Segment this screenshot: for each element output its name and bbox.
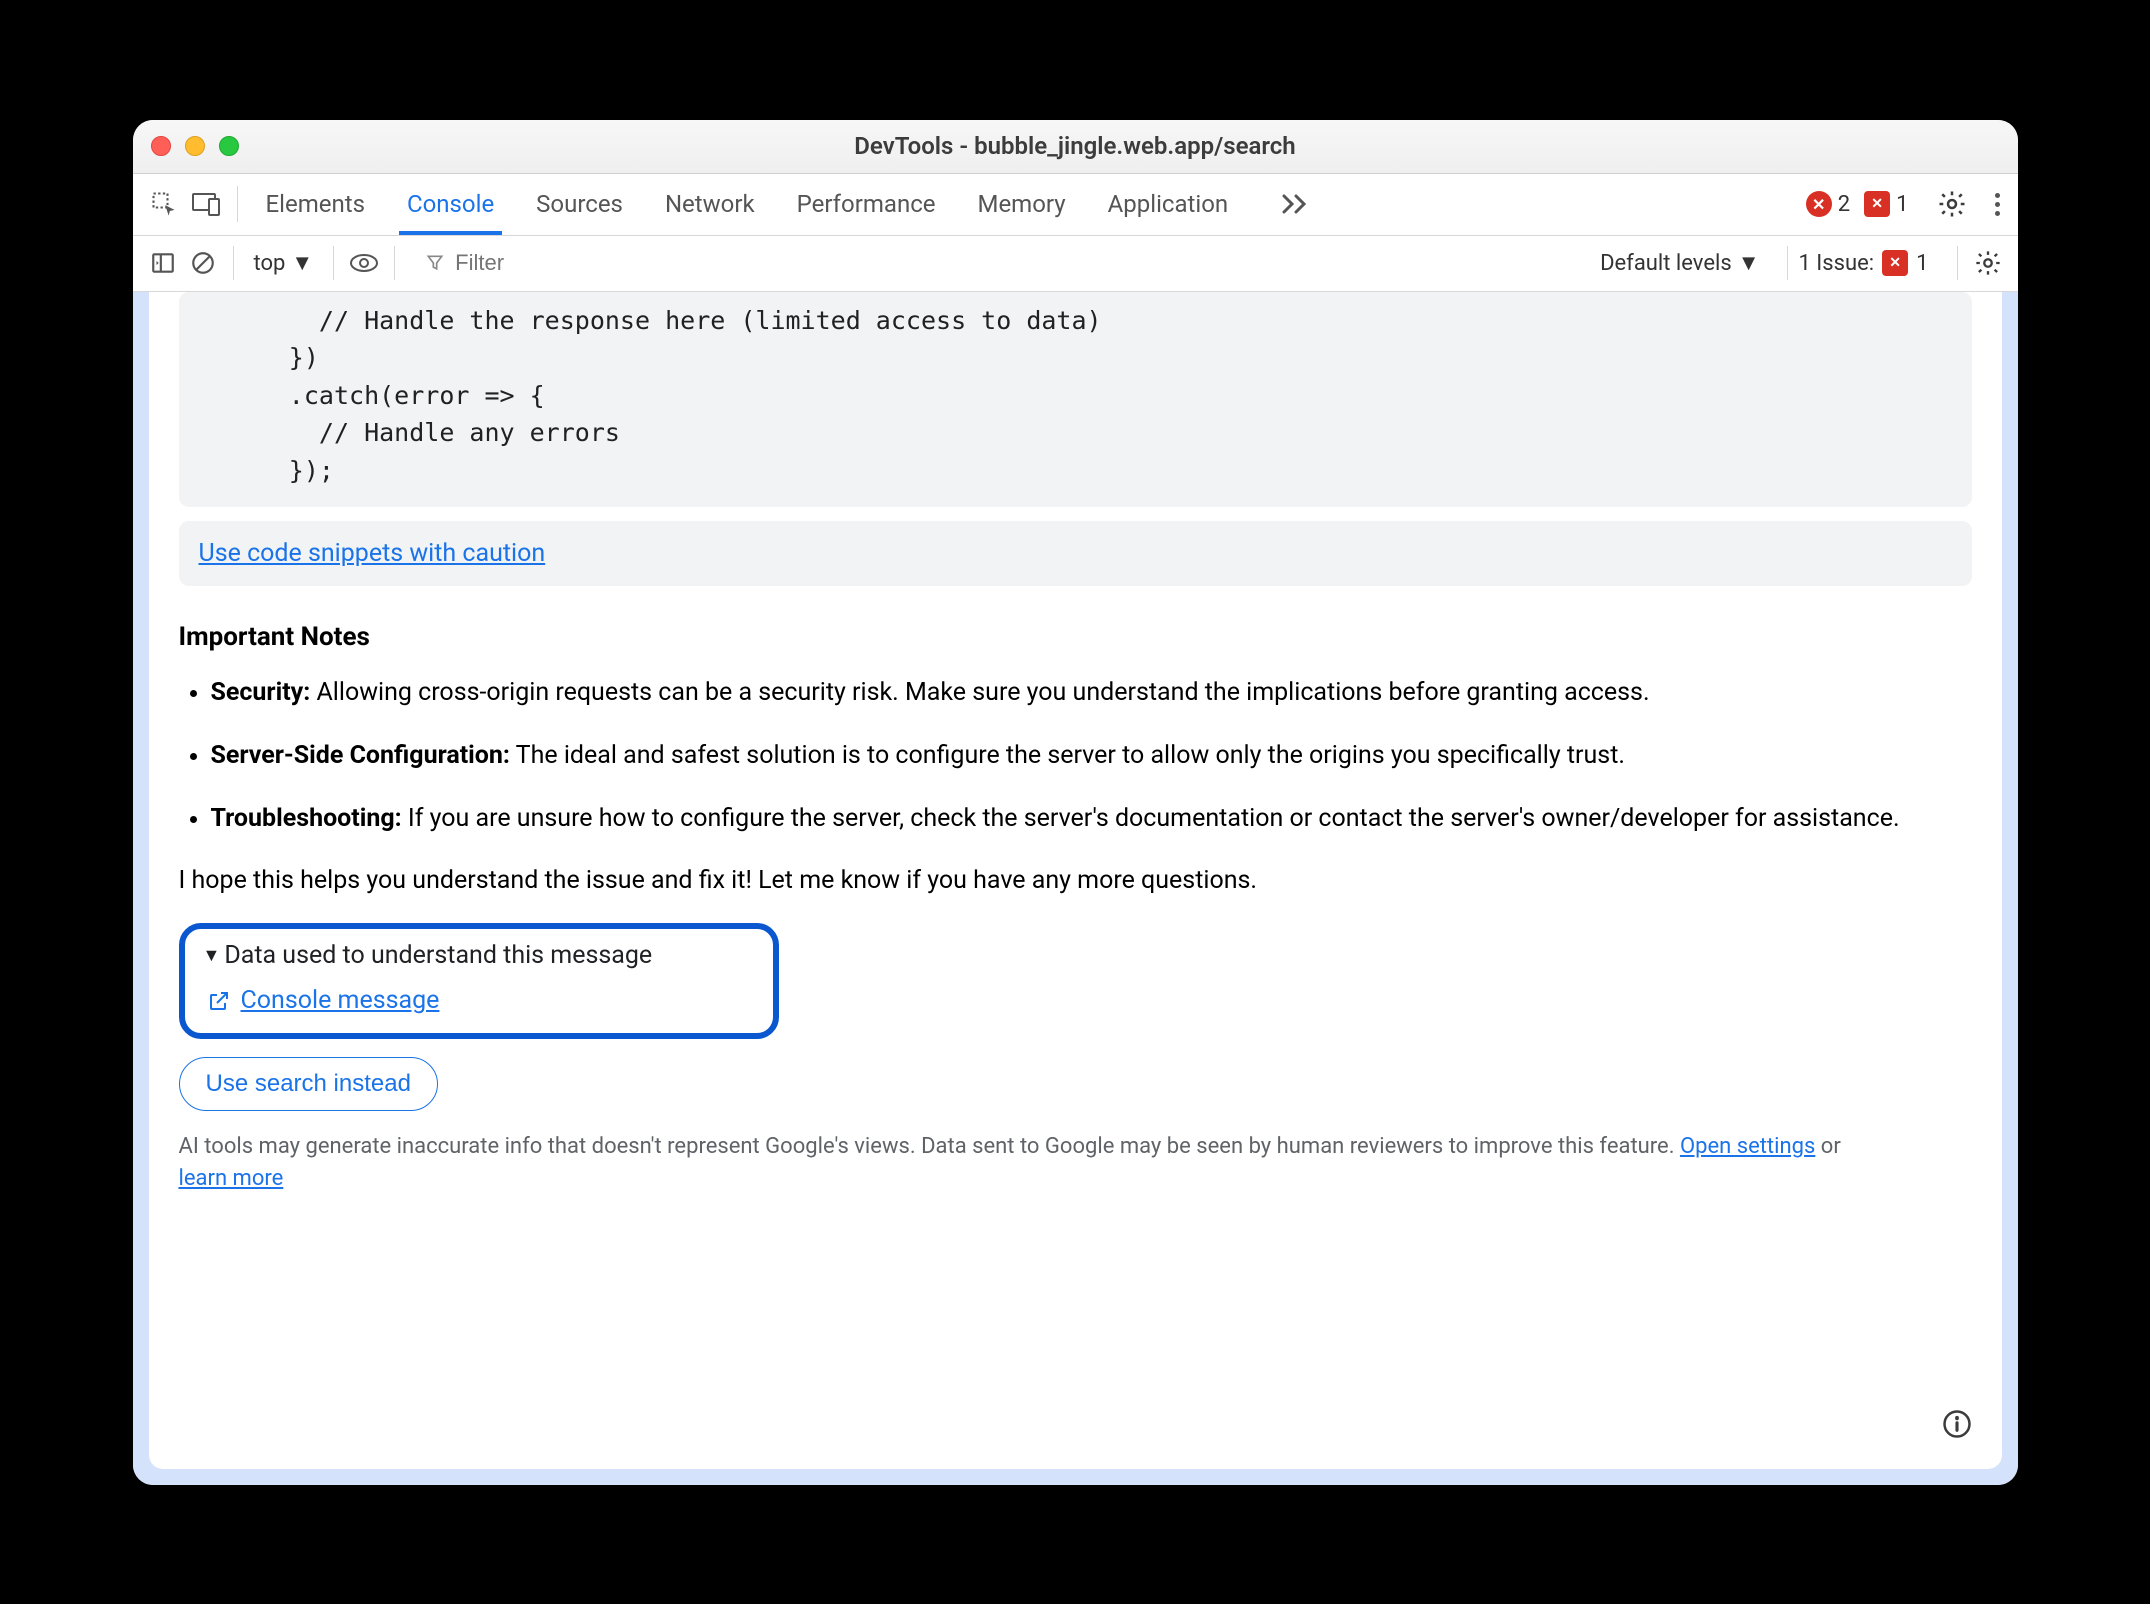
tab-console[interactable]: Console: [405, 176, 496, 232]
tab-elements[interactable]: Elements: [264, 176, 367, 232]
console-content: // Handle the response here (limited acc…: [133, 292, 2018, 1485]
error-count: 2: [1838, 192, 1850, 217]
filter-field[interactable]: [415, 246, 1590, 280]
inspect-element-icon[interactable]: [143, 183, 185, 225]
live-expression-icon[interactable]: [344, 243, 384, 283]
context-selector[interactable]: top ▼: [244, 246, 324, 280]
disclosure-triangle-icon: ▼: [203, 945, 221, 966]
panel-tabs: Elements Console Sources Network Perform…: [264, 176, 1317, 232]
issues-indicator[interactable]: 1 Issue: ✕ 1: [1798, 250, 1928, 276]
more-tabs-icon[interactable]: [1274, 183, 1316, 225]
notes-heading: Important Notes: [179, 622, 1972, 652]
titlebar: DevTools - bubble_jingle.web.app/search: [133, 120, 2018, 174]
console-settings-icon[interactable]: [1968, 243, 2008, 283]
data-used-label: Data used to understand this message: [224, 941, 652, 970]
use-search-button[interactable]: Use search instead: [179, 1057, 438, 1111]
info-icon[interactable]: [1942, 1409, 1972, 1439]
list-item: Troubleshooting: If you are unsure how t…: [211, 800, 1972, 839]
caution-link[interactable]: Use code snippets with caution: [199, 539, 546, 568]
filter-input[interactable]: [455, 250, 1580, 276]
issues-count: 1: [1916, 251, 1928, 276]
learn-more-link[interactable]: learn more: [179, 1166, 284, 1191]
devtools-window: DevTools - bubble_jingle.web.app/search …: [133, 120, 2018, 1485]
issue-icon: ✕: [1864, 191, 1890, 217]
toggle-sidebar-icon[interactable]: [143, 243, 183, 283]
open-external-icon: [207, 989, 231, 1013]
notes-list: Security: Allowing cross-origin requests…: [179, 674, 1972, 862]
issues-label: 1 Issue:: [1798, 251, 1874, 276]
chevron-down-icon: ▼: [1738, 250, 1760, 276]
tab-network[interactable]: Network: [663, 176, 757, 232]
data-used-summary[interactable]: ▼ Data used to understand this message: [203, 941, 753, 970]
levels-label: Default levels: [1600, 251, 1732, 276]
settings-icon[interactable]: [1931, 183, 1973, 225]
tab-memory[interactable]: Memory: [976, 176, 1068, 232]
console-message-link[interactable]: Console message: [241, 986, 440, 1015]
list-item: Security: Allowing cross-origin requests…: [211, 674, 1972, 713]
more-options-icon[interactable]: [1987, 185, 2008, 224]
filter-icon: [425, 253, 445, 273]
list-item: Server-Side Configuration: The ideal and…: [211, 737, 1972, 776]
clear-console-icon[interactable]: [183, 243, 223, 283]
tab-sources[interactable]: Sources: [534, 176, 625, 232]
issue-icon: ✕: [1882, 250, 1908, 276]
closing-text: I hope this helps you understand the iss…: [179, 866, 1972, 895]
code-snippet: // Handle the response here (limited acc…: [179, 292, 1972, 508]
device-toolbar-icon[interactable]: [185, 183, 227, 225]
error-icon: ✕: [1806, 191, 1832, 217]
ai-disclaimer: AI tools may generate inaccurate info th…: [179, 1131, 1972, 1195]
tab-application[interactable]: Application: [1106, 176, 1231, 232]
context-label: top: [254, 251, 286, 276]
caution-box: Use code snippets with caution: [179, 521, 1972, 586]
main-toolbar: Elements Console Sources Network Perform…: [133, 174, 2018, 236]
log-levels-selector[interactable]: Default levels ▼: [1600, 250, 1759, 276]
data-used-box: ▼ Data used to understand this message C…: [179, 923, 779, 1039]
open-settings-link[interactable]: Open settings: [1680, 1134, 1815, 1159]
window-title: DevTools - bubble_jingle.web.app/search: [133, 132, 2018, 160]
console-toolbar: top ▼ Default levels ▼ 1 Issue: ✕ 1: [133, 236, 2018, 292]
console-message-link-row: Console message: [207, 986, 753, 1015]
chevron-down-icon: ▼: [291, 250, 313, 276]
error-indicator[interactable]: ✕ 2 ✕ 1: [1806, 191, 1917, 217]
issue-count: 1: [1896, 192, 1908, 217]
tab-performance[interactable]: Performance: [795, 176, 938, 232]
ai-insight-panel: // Handle the response here (limited acc…: [149, 292, 2002, 1469]
